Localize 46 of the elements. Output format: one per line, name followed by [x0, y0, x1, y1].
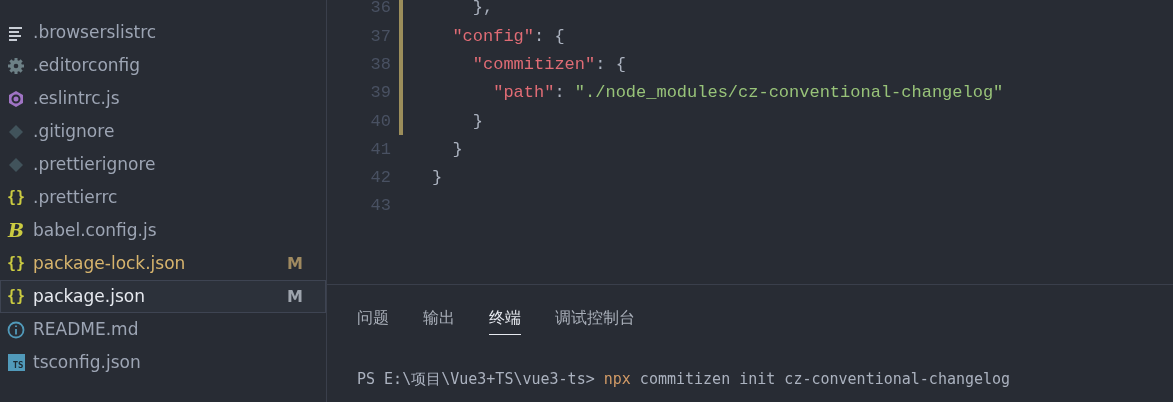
code-line: "commitizen": {: [471, 54, 626, 76]
ts-icon: TS: [7, 354, 25, 371]
info-icon: [7, 320, 25, 339]
braces-icon: {}: [6, 289, 26, 304]
file-name: .eslintrc.js: [33, 86, 121, 110]
file-name: tsconfig.json: [33, 350, 142, 374]
braces-icon: {}: [6, 190, 26, 205]
code-line: },: [471, 0, 494, 20]
git-status: M: [287, 252, 303, 275]
file-name: README.md: [33, 317, 140, 341]
gear-icon: [7, 56, 25, 75]
hexagon-icon: [7, 89, 25, 108]
file-name: .prettierignore: [33, 152, 157, 176]
terminal-line: PS E:\项目\Vue3+TS\vue3-ts> npx commitizen init cz-conventional-changelog: [357, 369, 1012, 390]
file-item[interactable]: {} .prettierrc: [0, 181, 326, 214]
file-item[interactable]: {} package-lock.json M: [0, 247, 326, 280]
diamond-icon: [7, 122, 25, 141]
file-item[interactable]: .browserslistrc: [0, 16, 326, 49]
file-item[interactable]: {} package.json M: [0, 280, 326, 313]
file-item[interactable]: .eslintrc.js: [0, 82, 326, 115]
file-name: .browserslistrc: [33, 20, 158, 44]
file-name: package-lock.json: [33, 251, 187, 275]
file-name: babel.config.js: [33, 218, 158, 242]
panel-tab[interactable]: 问题: [357, 285, 389, 335]
code-line: }: [432, 167, 443, 190]
file-name: package.json: [33, 284, 146, 308]
code-line: }: [471, 110, 483, 133]
file-name: .editorconfig: [33, 53, 142, 77]
code-line: "path": "./node_modules/cz-conventional-changelog": [492, 82, 1004, 105]
braces-icon: {}: [6, 256, 26, 271]
file-item[interactable]: .gitignore: [0, 115, 326, 148]
file-item[interactable]: B babel.config.js: [0, 214, 326, 247]
file-item[interactable]: TS tsconfig.json: [0, 346, 326, 379]
panel-tab[interactable]: 终端: [489, 285, 521, 335]
panel-tab[interactable]: 调试控制台: [555, 285, 635, 335]
file-item[interactable]: .prettierignore: [0, 148, 326, 181]
file-item[interactable]: .editorconfig: [0, 49, 326, 82]
panel-tab[interactable]: 输出: [423, 285, 455, 335]
git-status: M: [287, 285, 303, 308]
file-item[interactable]: README.md: [0, 313, 326, 346]
babel-icon: B: [7, 221, 25, 240]
code-line: }: [451, 138, 463, 161]
file-name: .gitignore: [33, 119, 116, 143]
diamond-icon: [7, 155, 25, 174]
file-name: .prettierrc: [33, 185, 119, 209]
code-line: "config": {: [451, 25, 565, 48]
